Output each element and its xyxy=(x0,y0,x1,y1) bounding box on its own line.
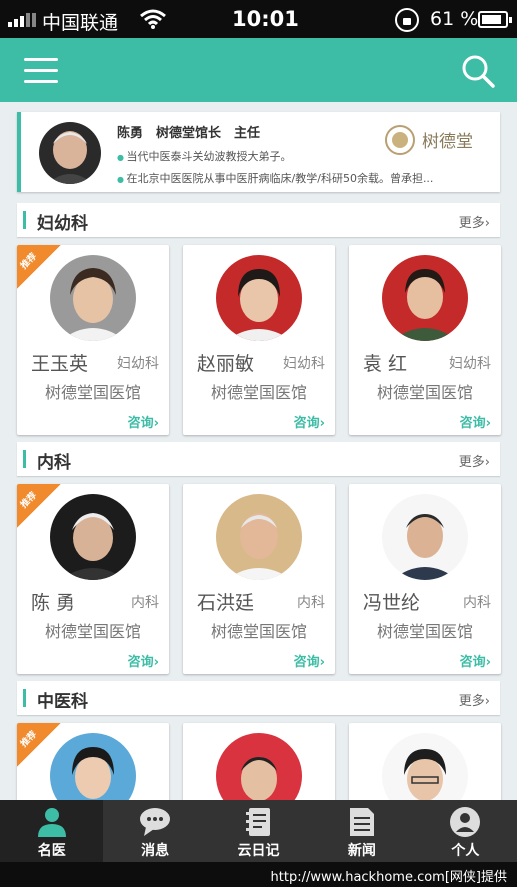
recommend-badge: 推荐 xyxy=(17,723,61,767)
signal-icon xyxy=(8,13,36,27)
doctor-avatar xyxy=(216,494,302,580)
doctor-icon xyxy=(37,808,66,837)
doctor-dept: 妇幼科 xyxy=(117,356,159,372)
tab-label: 消息 xyxy=(141,843,170,859)
recommend-badge: 推荐 xyxy=(17,245,61,289)
doctor-dept: 内科 xyxy=(463,595,491,611)
svg-text:树德堂: 树德堂 xyxy=(422,132,473,152)
app-header xyxy=(0,38,517,102)
doctor-hospital: 树德堂国医馆 xyxy=(44,383,141,402)
consult-button[interactable]: 咨询› xyxy=(128,651,159,670)
search-icon[interactable] xyxy=(461,54,495,88)
featured-doctor-photo xyxy=(39,122,101,184)
doctor-name: 赵丽敏 xyxy=(197,353,255,375)
wifi-icon xyxy=(140,9,166,29)
section-title: 中医科 xyxy=(37,692,88,712)
tab-xiaoxi[interactable]: 消息 xyxy=(103,800,206,862)
status-time: 10:01 xyxy=(232,7,299,31)
shudetang-logo: 树德堂 xyxy=(385,125,473,155)
doctor-card[interactable]: 推荐 王玉英 妇幼科 树德堂国医馆 咨询› xyxy=(17,245,169,435)
doctor-card[interactable]: 推荐 陈 勇 内科 树德堂国医馆 咨询› xyxy=(17,484,169,674)
section-title: 内科 xyxy=(37,453,71,473)
doctor-hospital: 树德堂国医馆 xyxy=(210,383,307,402)
doctor-hospital: 树德堂国医馆 xyxy=(376,383,473,402)
doctor-card[interactable]: 赵丽敏 妇幼科 树德堂国医馆 咨询› xyxy=(183,245,335,435)
tab-xinwen[interactable]: 新闻 xyxy=(310,800,413,862)
doctor-avatar xyxy=(216,255,302,341)
doctor-hospital: 树德堂国医馆 xyxy=(44,622,141,641)
status-bar: 中国联通 10:01 61 % xyxy=(0,0,517,38)
featured-bullet: 在北京中医医院从事中医肝病临床/教学/科研50余载。曾承担... xyxy=(117,170,497,186)
doctor-name: 袁 红 xyxy=(363,353,408,375)
more-link[interactable]: 更多› xyxy=(459,690,490,709)
consult-button[interactable]: 咨询› xyxy=(128,412,159,431)
doctor-dept: 内科 xyxy=(131,595,159,611)
watermark: http://www.hackhome.com[网侠]提供 xyxy=(0,862,517,887)
section-header-zhongyike: 中医科 更多› xyxy=(17,681,500,715)
tab-label: 个人 xyxy=(451,843,480,859)
doctor-dept: 妇幼科 xyxy=(283,356,325,372)
consult-button[interactable]: 咨询› xyxy=(294,412,325,431)
bottom-tab-bar: 名医 消息 云日记 新闻 个人 xyxy=(0,800,517,862)
doctor-avatar xyxy=(382,494,468,580)
doctor-card[interactable]: 石洪廷 内科 树德堂国医馆 咨询› xyxy=(183,484,335,674)
tab-label: 新闻 xyxy=(347,843,376,859)
menu-button[interactable] xyxy=(24,58,58,86)
message-icon xyxy=(140,808,171,836)
tab-mingyi[interactable]: 名医 xyxy=(0,800,104,862)
doctor-dept: 内科 xyxy=(297,595,325,611)
person-icon xyxy=(450,807,481,837)
doctor-name: 王玉英 xyxy=(31,353,89,375)
doctor-name: 石洪廷 xyxy=(197,592,255,614)
more-link[interactable]: 更多› xyxy=(459,212,490,231)
featured-doctor-banner[interactable]: 陈勇 树德堂馆长 主任 当代中医泰斗关幼波教授大弟子。 在北京中医医院从事中医肝… xyxy=(17,112,500,192)
tab-geren[interactable]: 个人 xyxy=(414,800,517,862)
battery-icon xyxy=(478,11,512,28)
section-header-neike: 内科 更多› xyxy=(17,442,500,476)
consult-button[interactable]: 咨询› xyxy=(460,651,491,670)
section-header-fuyouke: 妇幼科 更多› xyxy=(17,203,500,237)
consult-button[interactable]: 咨询› xyxy=(460,412,491,431)
news-icon xyxy=(349,808,374,836)
carrier-name: 中国联通 xyxy=(42,12,119,34)
rotation-lock-icon xyxy=(395,8,419,32)
doctor-avatar xyxy=(50,494,136,580)
featured-doctor-name: 陈勇 树德堂馆长 主任 xyxy=(117,126,261,141)
doctor-hospital: 树德堂国医馆 xyxy=(376,622,473,641)
battery-percent: 61 % xyxy=(430,8,479,30)
doctor-hospital: 树德堂国医馆 xyxy=(210,622,307,641)
tab-label: 名医 xyxy=(37,843,66,859)
doctor-card[interactable]: 袁 红 妇幼科 树德堂国医馆 咨询› xyxy=(349,245,501,435)
diary-icon xyxy=(245,808,270,836)
doctor-name: 陈 勇 xyxy=(31,592,76,614)
doctor-avatar xyxy=(50,255,136,341)
tab-label: 云日记 xyxy=(237,843,280,859)
doctor-dept: 妇幼科 xyxy=(449,356,491,372)
consult-button[interactable]: 咨询› xyxy=(294,651,325,670)
recommend-badge: 推荐 xyxy=(17,484,61,528)
doctor-name: 冯世纶 xyxy=(363,592,421,614)
doctor-avatar xyxy=(382,255,468,341)
more-link[interactable]: 更多› xyxy=(459,451,490,470)
tab-yunriji[interactable]: 云日记 xyxy=(207,800,310,862)
doctor-card[interactable]: 冯世纶 内科 树德堂国医馆 咨询› xyxy=(349,484,501,674)
section-title: 妇幼科 xyxy=(37,214,88,234)
